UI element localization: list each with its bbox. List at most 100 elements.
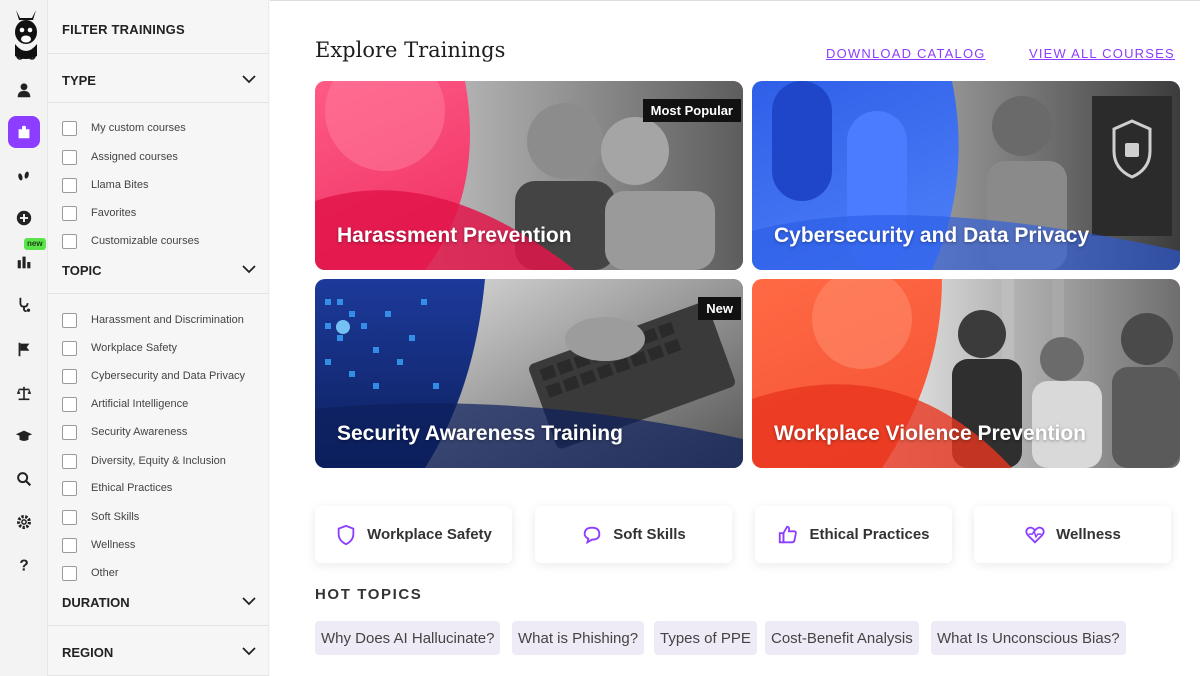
filter-option-ai[interactable]: Artificial Intelligence (62, 394, 188, 414)
checkbox[interactable] (62, 453, 77, 469)
llama-logo-icon[interactable] (8, 6, 44, 64)
heart-pulse-icon (1025, 526, 1045, 544)
bar-chart-icon[interactable] (8, 246, 40, 278)
category-label: Soft Skills (613, 526, 686, 543)
filter-option-label: Llama Bites (91, 179, 149, 191)
checkbox[interactable] (62, 396, 77, 412)
filter-section-topic[interactable]: TOPIC (48, 244, 269, 294)
download-catalog-link[interactable]: DOWNLOAD CATALOG (826, 46, 986, 61)
filter-section-label: TOPIC (62, 263, 102, 278)
hot-topics-title: HOT TOPICS (315, 586, 423, 603)
filter-section-label: REGION (62, 645, 114, 660)
filter-panel-title: FILTER TRAININGS (62, 22, 185, 37)
filter-option-label: Security Awareness (91, 426, 188, 438)
filter-option-label: Soft Skills (91, 511, 140, 523)
filter-option-workplace-safety[interactable]: Workplace Safety (62, 338, 177, 358)
course-card-title: Harassment Prevention (337, 224, 572, 247)
filter-option-label: Ethical Practices (91, 482, 173, 494)
filter-option-assigned-courses[interactable]: Assigned courses (62, 147, 178, 167)
filter-section-label: DURATION (62, 595, 130, 610)
checkbox[interactable] (62, 480, 77, 496)
course-card-title: Workplace Violence Prevention (774, 422, 1087, 445)
course-card-title: Cybersecurity and Data Privacy (774, 224, 1090, 247)
course-card-harassment-prevention[interactable]: Most Popular Harassment Prevention (315, 81, 743, 270)
thumbs-up-icon (779, 525, 798, 543)
checkbox[interactable] (62, 509, 77, 525)
filter-option-dei[interactable]: Diversity, Equity & Inclusion (62, 451, 226, 471)
hot-topic-chip[interactable]: What Is Unconscious Bias? (931, 621, 1126, 655)
course-card-title: Security Awareness Training (337, 422, 623, 445)
filter-option-harassment[interactable]: Harassment and Discrimination (62, 310, 244, 330)
scale-icon[interactable] (8, 377, 40, 409)
new-tag: New (698, 297, 741, 320)
category-label: Workplace Safety (367, 526, 492, 543)
filter-option-security-awareness[interactable]: Security Awareness (62, 422, 187, 442)
filter-option-label: Assigned courses (91, 151, 178, 163)
plus-circle-icon[interactable] (8, 202, 40, 234)
category-wellness-button[interactable]: Wellness (974, 506, 1171, 563)
search-icon[interactable] (8, 463, 40, 495)
graduation-cap-icon[interactable] (8, 420, 40, 452)
user-icon[interactable] (8, 74, 40, 106)
filter-option-soft-skills[interactable]: Soft Skills (62, 507, 139, 527)
filter-option-label: Favorites (91, 207, 137, 219)
puzzle-icon[interactable] (8, 116, 40, 148)
checkbox[interactable] (62, 177, 77, 193)
filter-option-label: Wellness (91, 539, 136, 551)
checkbox[interactable] (62, 340, 77, 356)
new-badge: new (24, 238, 46, 250)
help-icon[interactable]: ? (8, 549, 40, 581)
most-popular-tag: Most Popular (642, 99, 741, 122)
svg-text:?: ? (19, 557, 28, 574)
checkbox[interactable] (62, 368, 77, 384)
course-card-workplace-violence[interactable]: Workplace Violence Prevention (752, 279, 1180, 468)
hot-topic-chip[interactable]: Cost-Benefit Analysis (765, 621, 919, 655)
filter-option-label: My custom courses (91, 122, 186, 134)
filter-section-duration[interactable]: DURATION (48, 576, 269, 626)
hot-topic-chip[interactable]: Why Does AI Hallucinate? (315, 621, 501, 655)
checkbox[interactable] (62, 312, 77, 328)
category-ethical-practices-button[interactable]: Ethical Practices (755, 506, 952, 563)
flag-icon[interactable] (8, 333, 40, 365)
course-card-cybersecurity[interactable]: Cybersecurity and Data Privacy (752, 81, 1180, 270)
app-window: new ? FILTER TRAININGS TYPE My custom co… (0, 0, 1200, 676)
filter-option-ethical-practices[interactable]: Ethical Practices (62, 478, 172, 498)
filter-option-favorites[interactable]: Favorites (62, 203, 136, 223)
category-label: Ethical Practices (809, 526, 930, 543)
filter-panel: FILTER TRAININGS TYPE My custom courses … (48, 0, 269, 676)
chevron-down-icon[interactable] (241, 71, 257, 87)
filter-section-label: TYPE (62, 73, 96, 88)
stethoscope-icon[interactable] (8, 288, 40, 320)
footprints-icon[interactable] (8, 160, 40, 192)
filter-section-type[interactable]: TYPE (48, 53, 269, 103)
category-label: Wellness (1056, 526, 1121, 543)
page-title: Explore Trainings (315, 38, 506, 62)
checkbox[interactable] (62, 537, 77, 553)
filter-option-wellness[interactable]: Wellness (62, 535, 135, 555)
category-workplace-safety-button[interactable]: Workplace Safety (315, 506, 512, 563)
category-soft-skills-button[interactable]: Soft Skills (535, 506, 732, 563)
filter-option-llama-bites[interactable]: Llama Bites (62, 175, 148, 195)
filter-option-cybersecurity[interactable]: Cybersecurity and Data Privacy (62, 366, 245, 386)
chevron-down-icon[interactable] (241, 261, 257, 277)
main-content: Explore Trainings DOWNLOAD CATALOG VIEW … (270, 0, 1200, 676)
filter-option-label: Workplace Safety (91, 342, 178, 354)
shield-icon (337, 524, 355, 545)
filter-section-region[interactable]: REGION (48, 626, 269, 676)
view-all-courses-link[interactable]: VIEW ALL COURSES (1029, 46, 1175, 61)
chevron-down-icon[interactable] (241, 643, 257, 659)
filter-option-my-custom-courses[interactable]: My custom courses (62, 118, 186, 138)
filter-option-label: Harassment and Discrimination (91, 314, 244, 326)
course-card-security-awareness[interactable]: New Security Awareness Training (315, 279, 743, 468)
checkbox[interactable] (62, 424, 77, 440)
chevron-down-icon[interactable] (241, 593, 257, 609)
checkbox[interactable] (62, 205, 77, 221)
checkbox[interactable] (62, 149, 77, 165)
gear-icon[interactable] (8, 506, 40, 538)
hot-topic-chip[interactable]: Types of PPE (654, 621, 757, 655)
checkbox[interactable] (62, 120, 77, 136)
hot-topic-chip[interactable]: What is Phishing? (512, 621, 645, 655)
filter-option-label: Artificial Intelligence (91, 398, 189, 410)
filter-option-label: Diversity, Equity & Inclusion (91, 455, 226, 467)
filter-option-label: Cybersecurity and Data Privacy (91, 370, 246, 382)
